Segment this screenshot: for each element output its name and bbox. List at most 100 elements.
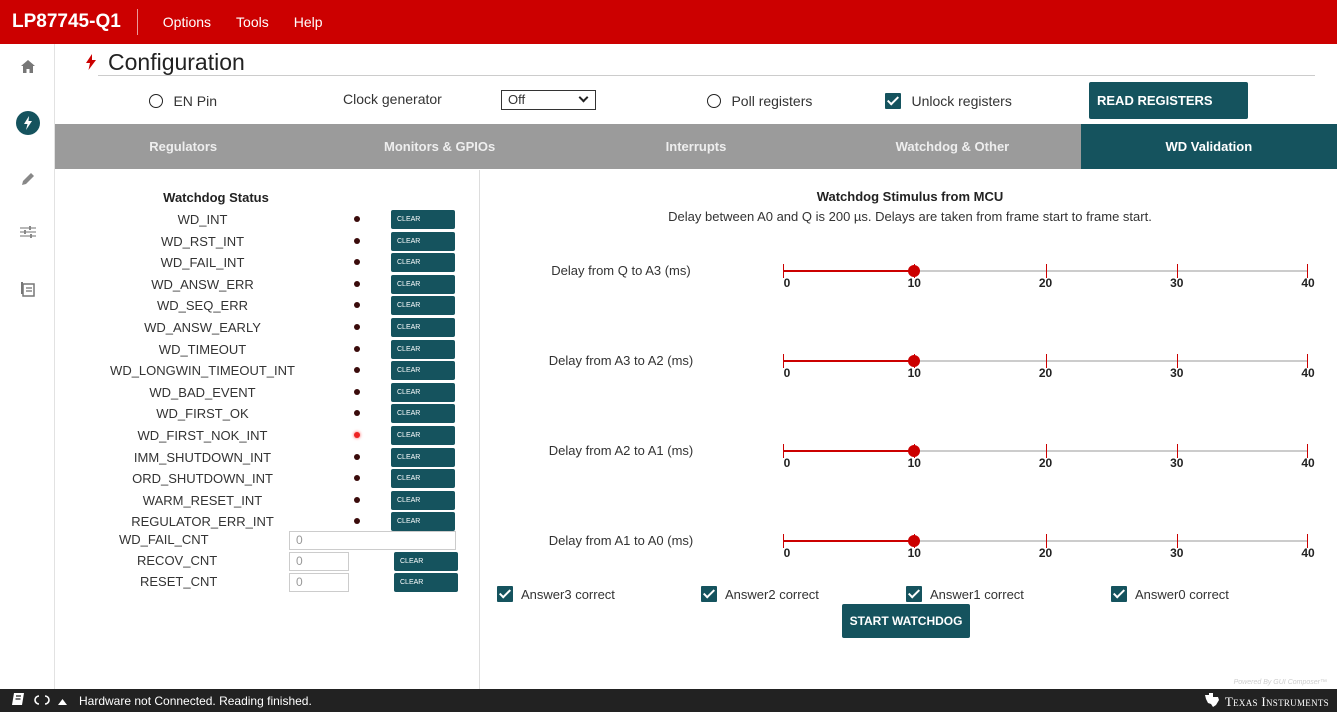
brand-name: Texas Instruments [1224, 693, 1329, 709]
ti-logo: Texas Instruments [1204, 693, 1329, 710]
read-registers-button[interactable]: READ REGISTERS [1089, 82, 1248, 119]
flag-name: WD_TIMEOUT [158, 341, 247, 357]
clear-button[interactable]: CLEAR [391, 404, 455, 424]
home-icon[interactable] [0, 60, 55, 73]
flag-row: WD_ANSW_ERR CLEAR [90, 274, 470, 294]
poll-registers-label: Poll registers [731, 92, 813, 109]
en-pin-label: EN Pin [173, 92, 218, 109]
flag-row: WD_FIRST_OK CLEAR [90, 404, 470, 424]
clear-button[interactable]: CLEAR [391, 490, 455, 510]
tab-wd-validation[interactable]: WD Validation [1080, 124, 1337, 169]
flag-name: WD_FAIL_INT [160, 255, 245, 271]
status-led-icon [354, 453, 360, 460]
slider-scale-label: 20 [1038, 276, 1053, 290]
flag-row: WD_LONGWIN_TIMEOUT_INT CLEAR [90, 361, 470, 381]
flag-row: WD_RST_INT CLEAR [90, 231, 470, 251]
tab-interrupts[interactable]: Interrupts [568, 124, 824, 169]
counter-label: WD_FAIL_CNT [119, 532, 209, 547]
counter-value-field[interactable]: 0 [289, 552, 349, 571]
chevron-down-icon [578, 92, 589, 103]
flag-row: ORD_SHUTDOWN_INT CLEAR [90, 469, 470, 489]
connection-icon[interactable] [34, 694, 50, 708]
clear-button[interactable]: CLEAR [391, 469, 455, 489]
status-message: Hardware not Connected. Reading finished… [79, 693, 312, 708]
answer1-checkbox[interactable]: Answer1 correct [906, 586, 1024, 602]
checkmark-icon [906, 586, 922, 602]
clear-button[interactable]: CLEAR [391, 210, 455, 229]
status-led-icon [354, 302, 360, 309]
answer3-label: Answer3 correct [521, 586, 615, 602]
counter-value-field[interactable]: 0 [289, 531, 456, 550]
menu-options[interactable]: Options [163, 14, 211, 30]
clear-button[interactable]: CLEAR [391, 382, 455, 402]
clock-generator-label: Clock generator [343, 90, 442, 107]
clear-button[interactable]: CLEAR [391, 231, 455, 251]
radio-icon [707, 93, 721, 108]
answer0-checkbox[interactable]: Answer0 correct [1111, 586, 1229, 602]
flag-name: WD_BAD_EVENT [149, 384, 256, 400]
slider-scale-label: 30 [1170, 456, 1184, 470]
radio-icon [149, 93, 163, 108]
status-led-icon [354, 518, 360, 525]
clear-button[interactable]: CLEAR [394, 573, 458, 592]
document-icon[interactable] [0, 282, 55, 297]
answer2-checkbox[interactable]: Answer2 correct [701, 586, 819, 602]
clear-button[interactable]: CLEAR [391, 426, 455, 445]
slider-scale-label: 20 [1038, 546, 1053, 560]
menu-tools[interactable]: Tools [236, 14, 269, 30]
stimulus-title: Watchdog Stimulus from MCU [816, 189, 1004, 204]
status-led-icon [354, 475, 360, 482]
clear-button[interactable]: CLEAR [391, 318, 455, 337]
flag-name: WD_ANSW_EARLY [144, 320, 261, 335]
flag-row: WARM_RESET_INT CLEAR [90, 490, 470, 510]
status-led-icon [354, 259, 360, 266]
app-window: LP87745-Q1 Options Tools Help Configurat… [0, 0, 1337, 712]
status-led-icon [354, 237, 360, 244]
clear-button[interactable]: CLEAR [391, 296, 455, 316]
flag-row: WD_FAIL_INT CLEAR [90, 253, 470, 273]
clear-button[interactable]: CLEAR [391, 512, 455, 532]
tab-regulators[interactable]: Regulators [55, 124, 311, 169]
delay-label: Delay from A2 to A1 (ms) [548, 443, 694, 458]
clear-button[interactable]: CLEAR [391, 447, 455, 467]
clear-button[interactable]: CLEAR [391, 253, 455, 273]
clock-generator-select[interactable]: Off [501, 90, 596, 110]
page-title-text: Configuration [108, 49, 245, 75]
flag-row: REGULATOR_ERR_INT CLEAR [90, 512, 470, 532]
checkmark-icon [701, 586, 717, 602]
tab-monitors-gpios[interactable]: Monitors & GPIOs [311, 124, 567, 169]
tab-watchdog-other[interactable]: Watchdog & Other [824, 124, 1080, 169]
slider-fill [783, 360, 915, 362]
notebook-icon[interactable] [12, 693, 24, 708]
clear-button[interactable]: CLEAR [391, 274, 455, 294]
start-watchdog-button[interactable]: START WATCHDOG [842, 604, 970, 638]
clear-button[interactable]: CLEAR [394, 552, 458, 571]
pencil-icon[interactable] [0, 172, 55, 186]
status-led-icon [354, 388, 360, 395]
delay-label: Delay from A1 to A0 (ms) [548, 533, 694, 548]
counter-label: RECOV_CNT [137, 553, 218, 568]
flag-row: WD_INT CLEAR [90, 210, 470, 229]
clear-button[interactable]: CLEAR [391, 339, 455, 359]
clear-button[interactable]: CLEAR [391, 361, 455, 381]
slider-fill [783, 450, 915, 452]
watchdog-status-title: Watchdog Status [163, 190, 269, 205]
status-led-icon [354, 324, 360, 330]
menu-help[interactable]: Help [294, 14, 323, 30]
chevron-up-icon[interactable] [58, 694, 67, 708]
slider-scale-label: 10 [907, 456, 921, 470]
checkmark-icon [1111, 586, 1127, 602]
configuration-nav-icon[interactable] [0, 111, 55, 135]
status-bar: Hardware not Connected. Reading finished… [0, 689, 1337, 712]
sliders-icon[interactable] [0, 226, 55, 238]
answer1-label: Answer1 correct [930, 586, 1024, 602]
counter-value-field[interactable]: 0 [289, 573, 349, 592]
ti-state-icon [1204, 693, 1220, 710]
slider-scale-label: 40 [1301, 276, 1315, 290]
tab-bar: Regulators Monitors & GPIOs Interrupts W… [55, 124, 1337, 169]
flag-name: WD_ANSW_ERR [151, 276, 254, 292]
answer2-label: Answer2 correct [725, 586, 819, 602]
answer3-checkbox[interactable]: Answer3 correct [497, 586, 615, 602]
clock-generator-value: Off [508, 92, 526, 107]
flag-row: WD_SEQ_ERR CLEAR [90, 296, 470, 316]
